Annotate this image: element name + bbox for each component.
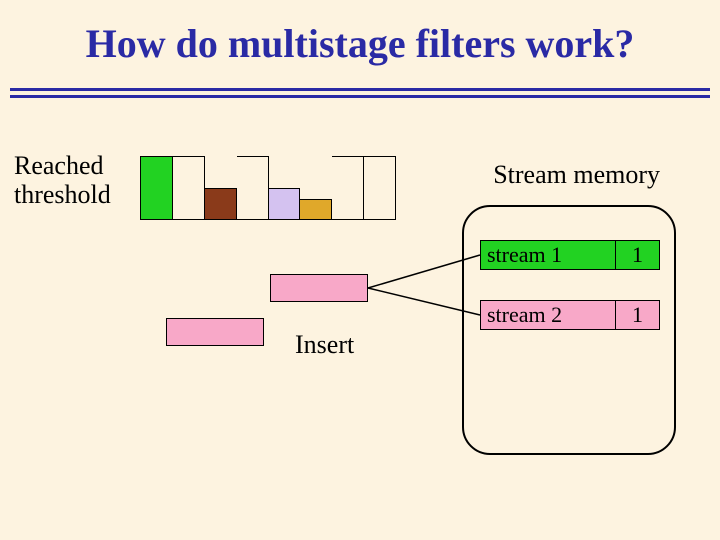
filter-stage-row [140,156,396,220]
filter-cell [140,156,173,220]
memory-entry-name: stream 2 [480,300,616,330]
filter-cell [205,188,237,220]
filter-cell [364,156,396,220]
packet-bottom [166,318,264,346]
reached-threshold-label: Reached threshold [14,152,111,209]
title-rule-inner [10,91,710,95]
filter-cell [300,199,332,220]
stream-memory-label: Stream memory [493,160,660,190]
memory-entry-value: 1 [616,240,660,270]
memory-entry-stream2: stream 2 1 [480,300,660,330]
slide-title: How do multistage filters work? [0,20,720,67]
memory-entry-name: stream 1 [480,240,616,270]
filter-cell [173,156,205,220]
filter-cell [332,156,364,220]
insert-label: Insert [295,330,354,360]
memory-entry-value: 1 [616,300,660,330]
packet-top [270,274,368,302]
filter-cell [269,188,301,220]
filter-cell [237,156,269,220]
memory-entry-stream1: stream 1 1 [480,240,660,270]
